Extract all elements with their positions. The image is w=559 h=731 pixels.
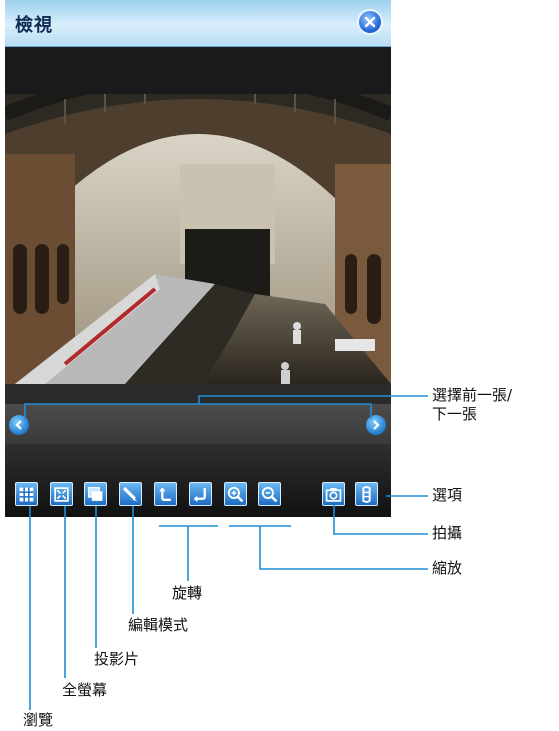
callout-prev-next-line2: 下一張 [432,405,478,423]
callout-prev-next-line1: 選擇前一張/ [432,386,513,404]
callout-edit-mode: 編輯模式 [128,616,189,634]
callout-fullscreen: 全螢幕 [62,681,108,699]
callout-prev-next: 選擇前一張/ 下一張 [432,386,512,424]
callout-rotate: 旋轉 [172,584,203,602]
callout-capture: 拍攝 [432,524,463,542]
callout-lines [24,395,428,710]
callout-browse: 瀏覽 [23,711,54,729]
callout-slideshow: 投影片 [94,650,140,668]
callout-options: 選項 [432,486,463,504]
callout-zoom: 縮放 [432,559,463,577]
